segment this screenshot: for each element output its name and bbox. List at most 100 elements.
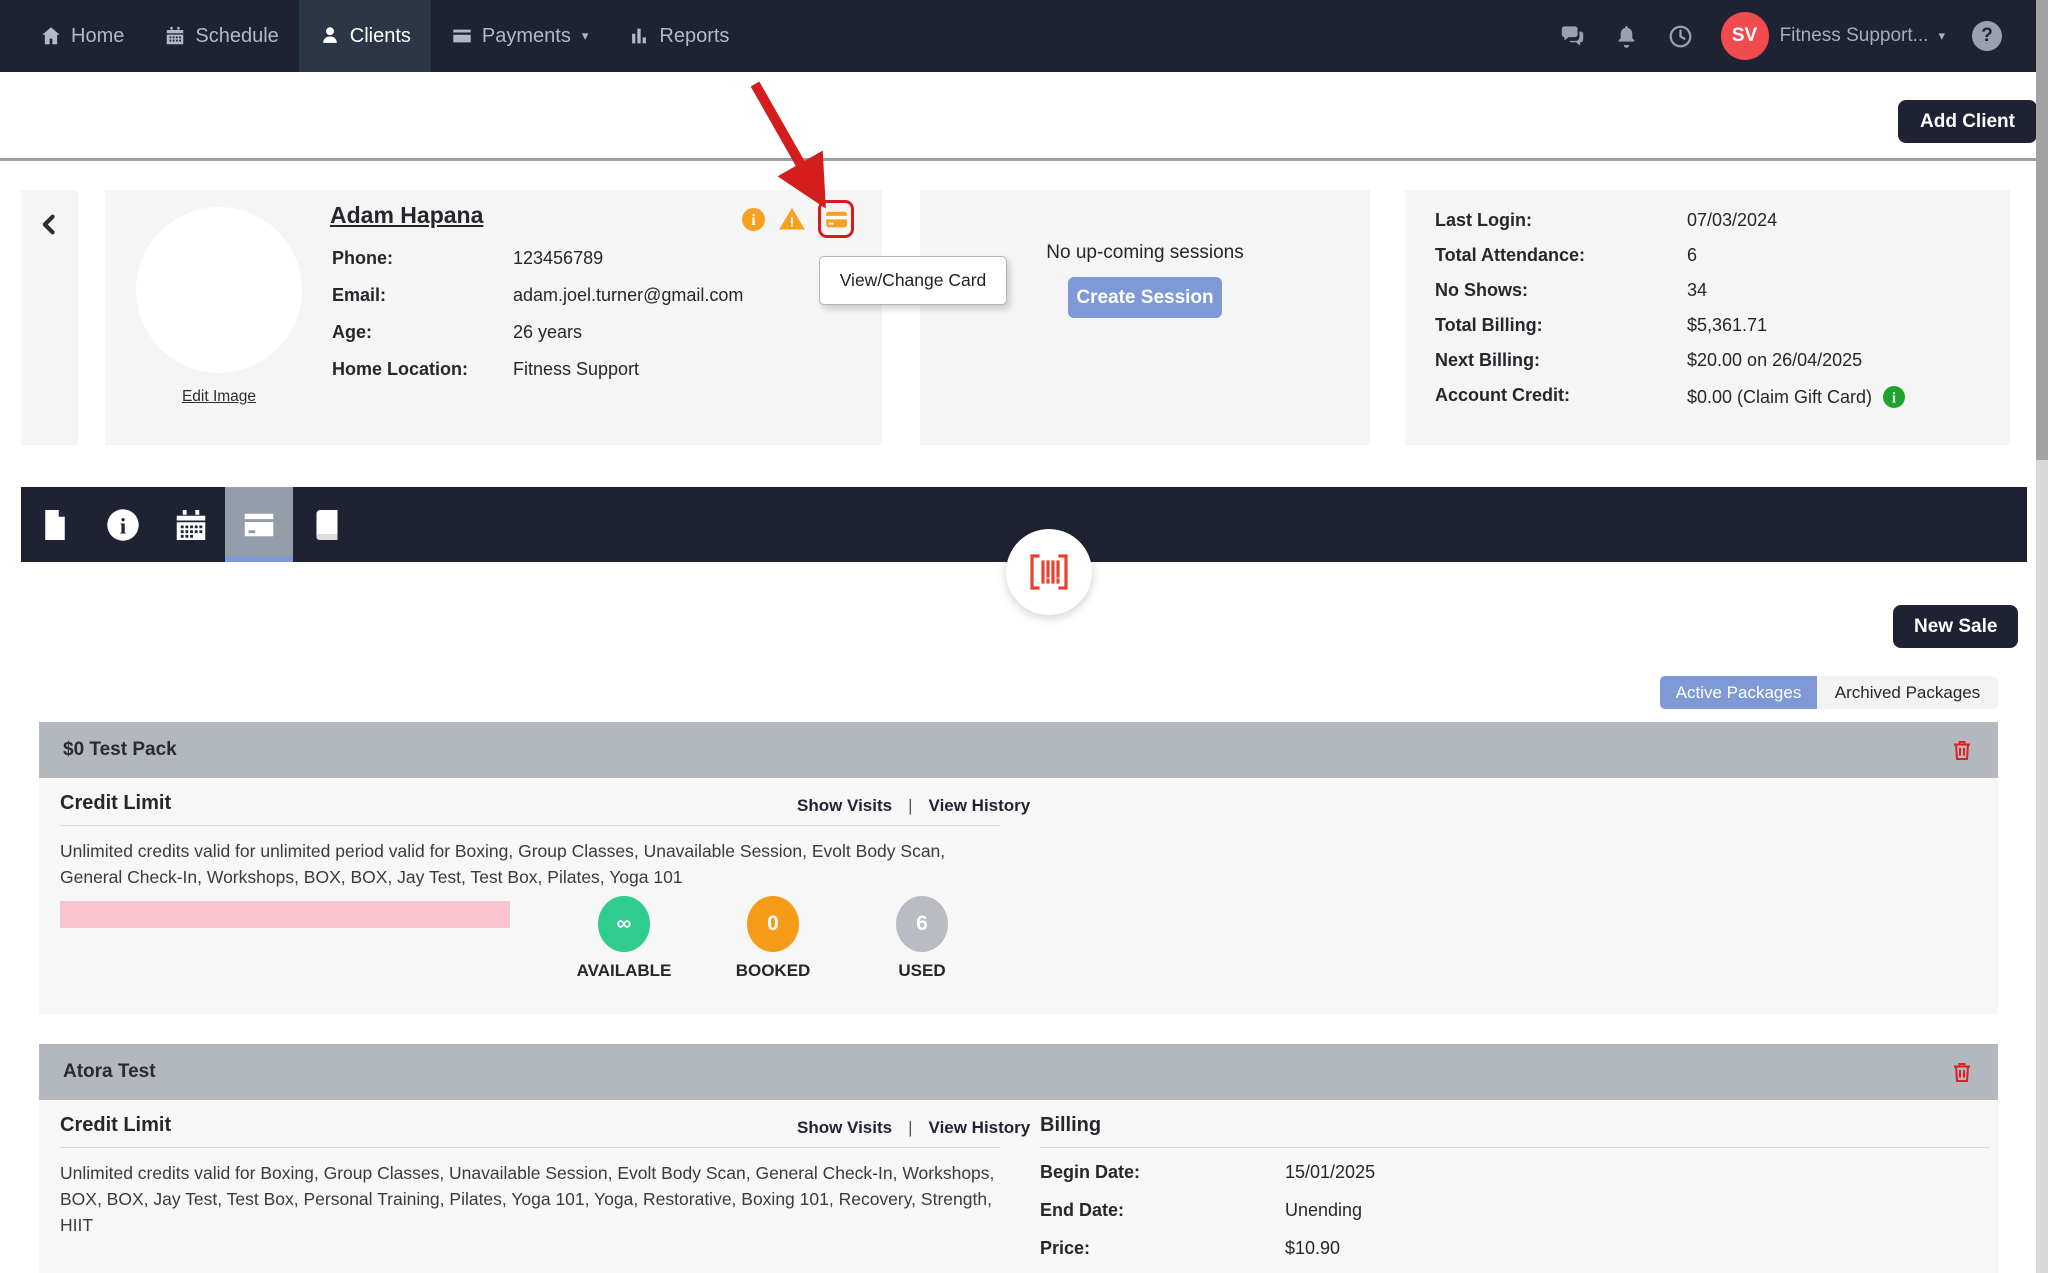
show-visits-link[interactable]: Show Visits — [797, 1118, 892, 1138]
field-label: Age: — [332, 322, 372, 342]
chevron-left-icon — [42, 214, 55, 235]
credit-card-icon — [825, 211, 847, 227]
help-button[interactable]: ? — [1972, 21, 2002, 51]
scrollbar-thumb[interactable] — [2036, 0, 2048, 460]
tab-documents[interactable] — [21, 487, 89, 562]
nav-item-clients[interactable]: Clients — [298, 0, 431, 72]
nav-item-schedule[interactable]: Schedule — [144, 0, 298, 72]
nav-item-label: Payments — [481, 24, 571, 47]
stat-label: Last Login: — [1435, 210, 1532, 230]
billing-label: End Date: — [1040, 1200, 1125, 1220]
booked-counter: 0 BOOKED — [718, 896, 828, 981]
stat-value: $5,361.71 — [1687, 315, 1768, 335]
warning-icon[interactable]: ! — [778, 205, 806, 233]
stat-value: 6 — [1687, 245, 1698, 265]
stat-label: Next Billing: — [1435, 350, 1541, 370]
book-icon — [316, 509, 338, 540]
field-value: adam.joel.turner@gmail.com — [513, 285, 744, 305]
billing-grid: Begin Date: 15/01/2025 End Date: Unendin… — [1040, 1162, 1375, 1259]
calendar-icon — [176, 509, 206, 540]
field-label: Home Location: — [332, 359, 469, 379]
barcode-badge[interactable] — [1006, 529, 1092, 615]
header-divider — [0, 158, 2048, 161]
view-change-card-tooltip: View/Change Card — [819, 256, 1007, 305]
section-divider — [60, 825, 1000, 826]
tab-notes[interactable] — [293, 487, 361, 562]
new-sale-button[interactable]: New Sale — [1893, 605, 2019, 648]
back-panel[interactable] — [21, 190, 78, 445]
bell-icon[interactable] — [1613, 23, 1640, 50]
add-client-label: Add Client — [1920, 110, 2015, 132]
info-icon[interactable]: i — [741, 207, 766, 232]
credit-limit-heading: Credit Limit — [60, 1114, 172, 1136]
packages-toggle: Active Packages Archived Packages — [1660, 676, 1998, 709]
nav-item-label: Schedule — [195, 24, 279, 47]
billing-heading: Billing — [1040, 1114, 1102, 1136]
stat-value: $0.00 (Claim Gift Card) i — [1687, 385, 1906, 409]
edit-image-link[interactable]: Edit Image — [136, 388, 302, 406]
profile-status-icons: i ! — [741, 200, 854, 238]
avatar[interactable]: SV — [1720, 12, 1769, 60]
client-name[interactable]: Adam Hapana — [330, 202, 483, 229]
billing-label: Price: — [1040, 1238, 1091, 1258]
chat-icon[interactable] — [1559, 23, 1586, 50]
credit-limit-heading: Credit Limit — [60, 792, 172, 814]
active-packages-tab[interactable]: Active Packages — [1660, 676, 1817, 709]
navbar-right: SV Fitness Support... ▾ ? — [1559, 0, 2048, 72]
stats-card: Last Login: 07/03/2024 Total Attendance:… — [1405, 190, 2010, 445]
clock-icon[interactable] — [1667, 23, 1694, 50]
field-value: 123456789 — [513, 248, 604, 268]
tab-packages[interactable] — [225, 487, 293, 562]
nav-item-label: Reports — [659, 24, 730, 47]
booked-count: 0 — [747, 896, 799, 952]
trash-icon[interactable] — [1950, 738, 1974, 762]
svg-text:!: ! — [790, 214, 795, 230]
billing-value: Unending — [1285, 1200, 1363, 1220]
view-change-card-button[interactable] — [818, 200, 854, 238]
account-menu[interactable]: Fitness Support... ▾ — [1780, 25, 1945, 47]
field-value: Fitness Support — [513, 359, 640, 379]
account-label: Fitness Support... — [1779, 25, 1929, 46]
nav-item-reports[interactable]: Reports — [608, 0, 749, 72]
create-session-button[interactable]: Create Session — [1068, 277, 1222, 318]
stat-value: $20.00 on 26/04/2025 — [1687, 350, 1863, 370]
used-count: 6 — [896, 896, 948, 952]
client-profile-page: Home Schedule Clients Payments ▾ Reports… — [0, 0, 2048, 1273]
gift-card-info-icon[interactable]: i — [1882, 385, 1906, 409]
stat-value: 34 — [1687, 280, 1708, 300]
package-header: $0 Test Pack — [39, 722, 1998, 778]
billing-label: Begin Date: — [1040, 1162, 1141, 1182]
billing-value: 15/01/2025 — [1285, 1162, 1376, 1182]
view-history-link[interactable]: View History — [929, 796, 1031, 816]
svg-text:i: i — [751, 212, 756, 229]
avatar-initials: SV — [1731, 25, 1758, 46]
question-icon: ? — [1981, 25, 1993, 46]
archived-packages-tab[interactable]: Archived Packages — [1817, 676, 1998, 709]
new-sale-label: New Sale — [1914, 615, 1998, 637]
stat-label: Total Billing: — [1435, 315, 1543, 335]
counter-label: USED — [898, 961, 946, 980]
view-history-link[interactable]: View History — [929, 1118, 1031, 1138]
calendar-icon — [167, 26, 184, 45]
nav-item-home[interactable]: Home — [20, 0, 144, 72]
top-navbar: Home Schedule Clients Payments ▾ Reports… — [0, 0, 2048, 72]
billing-value: $10.90 — [1285, 1238, 1341, 1258]
sessions-card: No up-coming sessions Create Session — [920, 190, 1370, 445]
account-credit-value[interactable]: $0.00 (Claim Gift Card) — [1687, 387, 1872, 408]
tab-info[interactable]: i — [89, 487, 157, 562]
counter-label: BOOKED — [735, 961, 811, 980]
add-client-button[interactable]: Add Client — [1898, 100, 2037, 143]
trash-icon[interactable] — [1950, 1060, 1974, 1084]
credit-progress-bar — [60, 901, 510, 928]
tab-schedule[interactable] — [157, 487, 225, 562]
field-label: Email: — [332, 285, 387, 305]
package-links: Show Visits | View History — [797, 1118, 1030, 1138]
show-visits-link[interactable]: Show Visits — [797, 796, 892, 816]
stat-label: No Shows: — [1435, 280, 1528, 300]
vertical-scrollbar[interactable] — [2036, 0, 2048, 1273]
section-divider — [1040, 1147, 1990, 1148]
profile-card: Edit Image Adam Hapana i ! Phone: 123456… — [105, 190, 882, 445]
available-count: ∞ — [598, 896, 650, 952]
chevron-down-icon: ▾ — [581, 28, 589, 43]
nav-item-payments[interactable]: Payments ▾ — [431, 0, 608, 72]
